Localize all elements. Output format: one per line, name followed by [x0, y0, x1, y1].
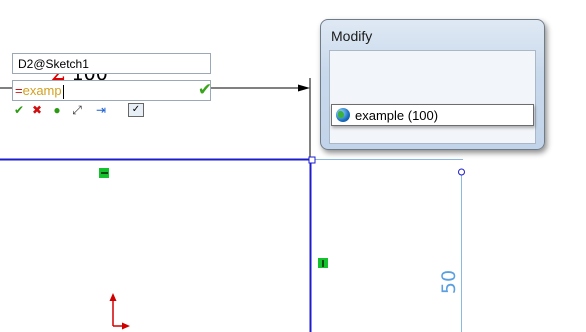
sketch-point[interactable]	[458, 168, 465, 176]
dialog-toolbar: ✔ ✖ ● ⤢ ⇥ ✓	[12, 103, 162, 119]
toggle-icon[interactable]: ✓	[128, 103, 144, 117]
cancel-icon[interactable]: ✖	[30, 103, 44, 117]
reverse-icon[interactable]: ⤢	[70, 103, 84, 117]
vertical-relation-icon[interactable]	[318, 258, 328, 268]
origin-arrow-icon	[109, 293, 117, 301]
mark-icon[interactable]: ⇥	[94, 103, 108, 117]
value-text: examp	[22, 83, 62, 98]
dimension-label-50[interactable]: 50	[437, 265, 461, 299]
autocomplete-item-label: example (100)	[355, 107, 439, 123]
origin-x-arrow-icon	[122, 322, 130, 330]
dimension-arrowhead-icon	[298, 84, 310, 92]
horizontal-relation-icon[interactable]	[99, 168, 109, 178]
globe-icon	[336, 108, 350, 122]
corner-point[interactable]	[308, 156, 316, 164]
autocomplete-item[interactable]: example (100)	[333, 106, 532, 124]
confirm-icon[interactable]: ✔	[12, 103, 26, 117]
dimension-name-field[interactable]: D2@Sketch1	[12, 53, 211, 74]
rebuild-icon[interactable]: ●	[50, 103, 64, 117]
dialog-body	[329, 50, 536, 144]
autocomplete-dropdown: example (100)	[331, 104, 534, 126]
equals-prefix: =	[15, 83, 23, 98]
text-caret	[62, 84, 64, 99]
value-input[interactable]: =examp	[12, 80, 211, 101]
dialog-title: Modify	[331, 28, 373, 44]
modify-dialog: Modify	[320, 19, 545, 150]
check-icon[interactable]: ✔	[196, 80, 214, 100]
